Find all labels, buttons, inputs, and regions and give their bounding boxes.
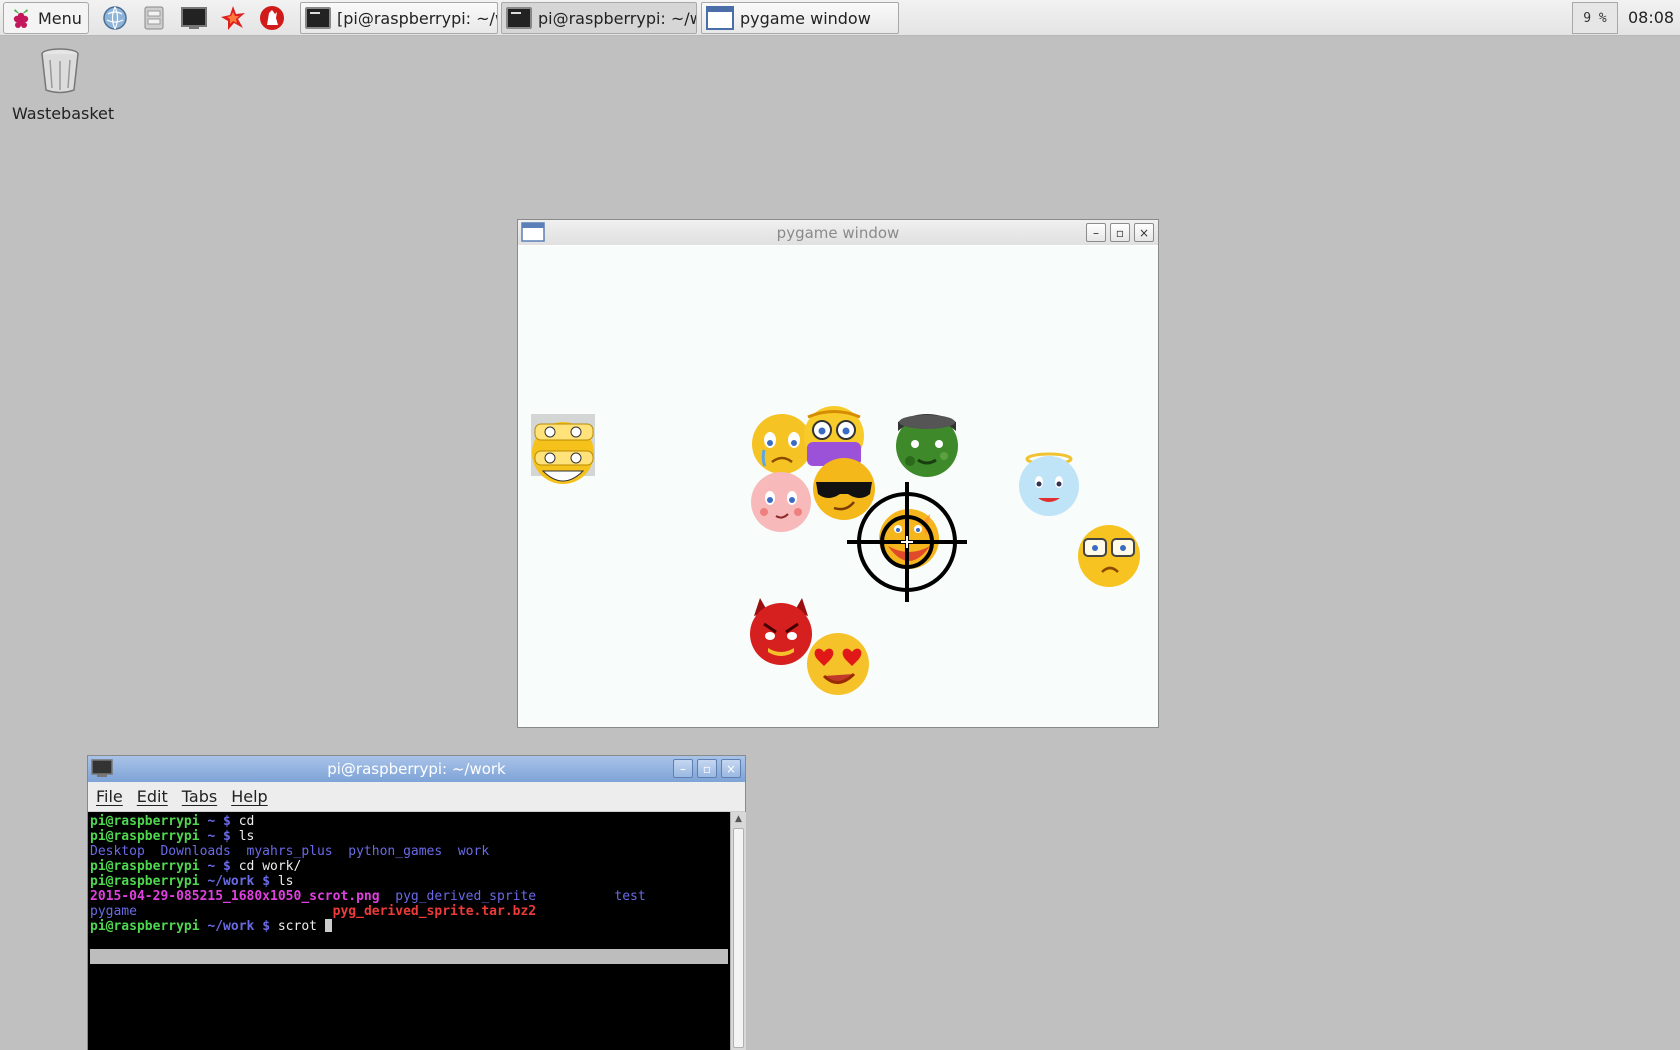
terminal-line: pi@raspberrypi ~ $ cd	[90, 814, 728, 829]
dir-entry: pyg_derived_sprite	[379, 889, 537, 904]
prompt-path: ~/work $	[199, 919, 271, 934]
angel-emoji[interactable]	[1019, 452, 1079, 516]
game-canvas[interactable]	[518, 246, 1158, 727]
soldier-emoji-green[interactable]	[896, 414, 958, 477]
command: cd	[230, 814, 255, 829]
prompt-path: ~ $	[199, 859, 231, 874]
scroll-up-arrow-icon[interactable]: ▲	[731, 812, 746, 826]
terminal-line: pi@raspberrypi ~ $ ls	[90, 829, 728, 844]
prompt: pi@raspberrypi	[90, 814, 200, 829]
cpu-monitor[interactable]: 9 %	[1572, 2, 1618, 34]
prompt-path: ~/work $	[199, 874, 271, 889]
terminal-icon	[506, 7, 532, 29]
close-button[interactable]: ×	[721, 759, 741, 778]
directory-listing: 2015-04-29-085215_1680x1050_scrot.png py…	[90, 889, 728, 904]
window-title: pi@raspberrypi: ~/work	[327, 760, 506, 778]
clock[interactable]: 08:08	[1628, 0, 1674, 36]
trash-icon	[41, 48, 79, 94]
heart-eyes-emoji[interactable]	[807, 633, 869, 695]
terminal-line: pi@raspberrypi ~ $ cd work/	[90, 859, 728, 874]
terminal-titlebar[interactable]: pi@raspberrypi: ~/work – ▫ ×	[88, 756, 745, 782]
terminal-divider	[90, 949, 728, 964]
archive-file: pyg_derived_sprite.tar.bz2	[136, 904, 537, 919]
window-icon	[706, 6, 734, 30]
terminal-output[interactable]: pi@raspberrypi ~ $ cd pi@raspberrypi ~ $…	[88, 812, 730, 1050]
menu-file[interactable]: File	[96, 787, 123, 806]
prompt-path: ~ $	[199, 814, 231, 829]
prompt: pi@raspberrypi	[90, 919, 200, 934]
maximize-button[interactable]: ▫	[697, 759, 717, 778]
file-manager-icon[interactable]	[140, 4, 168, 32]
window-icon	[521, 222, 545, 246]
minimize-button[interactable]: –	[1086, 223, 1106, 242]
nerd-emoji-purple[interactable]	[804, 406, 864, 466]
raspberry-icon	[13, 9, 29, 28]
wastebasket-label: Wastebasket	[12, 104, 115, 123]
maximize-button[interactable]: ▫	[1110, 223, 1130, 242]
menu-label: Menu	[38, 8, 82, 28]
menu-edit[interactable]: Edit	[137, 787, 168, 806]
terminal-icon[interactable]	[180, 4, 208, 32]
prompt: pi@raspberrypi	[90, 874, 200, 889]
terminal-line: pi@raspberrypi ~/work $ ls	[90, 874, 728, 889]
close-button[interactable]: ×	[1134, 223, 1154, 242]
minimize-button[interactable]: –	[673, 759, 693, 778]
dir-entry: test	[536, 889, 646, 904]
directory-listing: pygame pyg_derived_sprite.tar.bz2	[90, 904, 728, 919]
menu-help[interactable]: Help	[231, 787, 267, 806]
png-file: 2015-04-29-085215_1680x1050_scrot.png	[90, 889, 380, 904]
cool-sunglasses-emoji[interactable]	[813, 458, 875, 520]
command: scrot	[270, 919, 325, 934]
web-browser-icon[interactable]	[101, 4, 129, 32]
task-pygame-window[interactable]: pygame window	[701, 2, 899, 34]
prompt: pi@raspberrypi	[90, 829, 200, 844]
terminal-line: pi@raspberrypi ~/work $ scrot	[90, 919, 728, 934]
window-title: pygame window	[776, 223, 900, 242]
terminal-menubar: File Edit Tabs Help	[88, 782, 745, 812]
pygame-window: pygame window – ▫ ×	[517, 219, 1159, 728]
task-label: pygame window	[740, 8, 871, 28]
terminal-icon	[305, 7, 331, 29]
terminal-window: pi@raspberrypi: ~/work – ▫ × File Edit T…	[87, 755, 746, 1050]
prompt-path: ~ $	[199, 829, 231, 844]
devil-emoji[interactable]	[750, 598, 812, 665]
menu-tabs[interactable]: Tabs	[182, 787, 217, 806]
scrollbar-thumb[interactable]	[733, 828, 744, 1048]
task-terminal-1[interactable]: [pi@raspberrypi: ~/w...	[300, 2, 498, 34]
task-label: [pi@raspberrypi: ~/w...	[337, 8, 497, 28]
cpu-label: 9 %	[1583, 10, 1607, 26]
text-cursor	[324, 919, 332, 932]
task-terminal-2[interactable]: pi@raspberrypi: ~/w...	[501, 2, 697, 34]
pygame-window-titlebar[interactable]: pygame window – ▫ ×	[518, 220, 1158, 245]
prompt: pi@raspberrypi	[90, 859, 200, 874]
command: ls	[270, 874, 294, 889]
grinning-masked-emoji[interactable]	[531, 414, 595, 484]
game-sprites	[531, 406, 1140, 695]
worried-glasses-emoji[interactable]	[1078, 525, 1140, 587]
directory-listing: Desktop Downloads myahrs_plus python_gam…	[90, 844, 490, 859]
task-label: pi@raspberrypi: ~/w...	[538, 8, 696, 28]
mathematica-icon[interactable]	[219, 4, 247, 32]
main-menu-button[interactable]: Menu	[3, 2, 89, 34]
command: cd work/	[230, 859, 302, 874]
blushing-emoji[interactable]	[751, 472, 811, 532]
wolfram-icon[interactable]	[258, 4, 286, 32]
dir-entry: pygame	[90, 904, 137, 919]
sad-emoji[interactable]	[752, 414, 812, 474]
terminal-scrollbar[interactable]: ▲	[730, 812, 746, 1050]
wastebasket-desktop-icon[interactable]: Wastebasket	[12, 46, 115, 123]
command: ls	[230, 829, 255, 844]
terminal-icon	[91, 758, 113, 782]
taskbar: Menu [pi@raspberrypi: ~/w... pi@raspberr…	[0, 0, 1680, 36]
